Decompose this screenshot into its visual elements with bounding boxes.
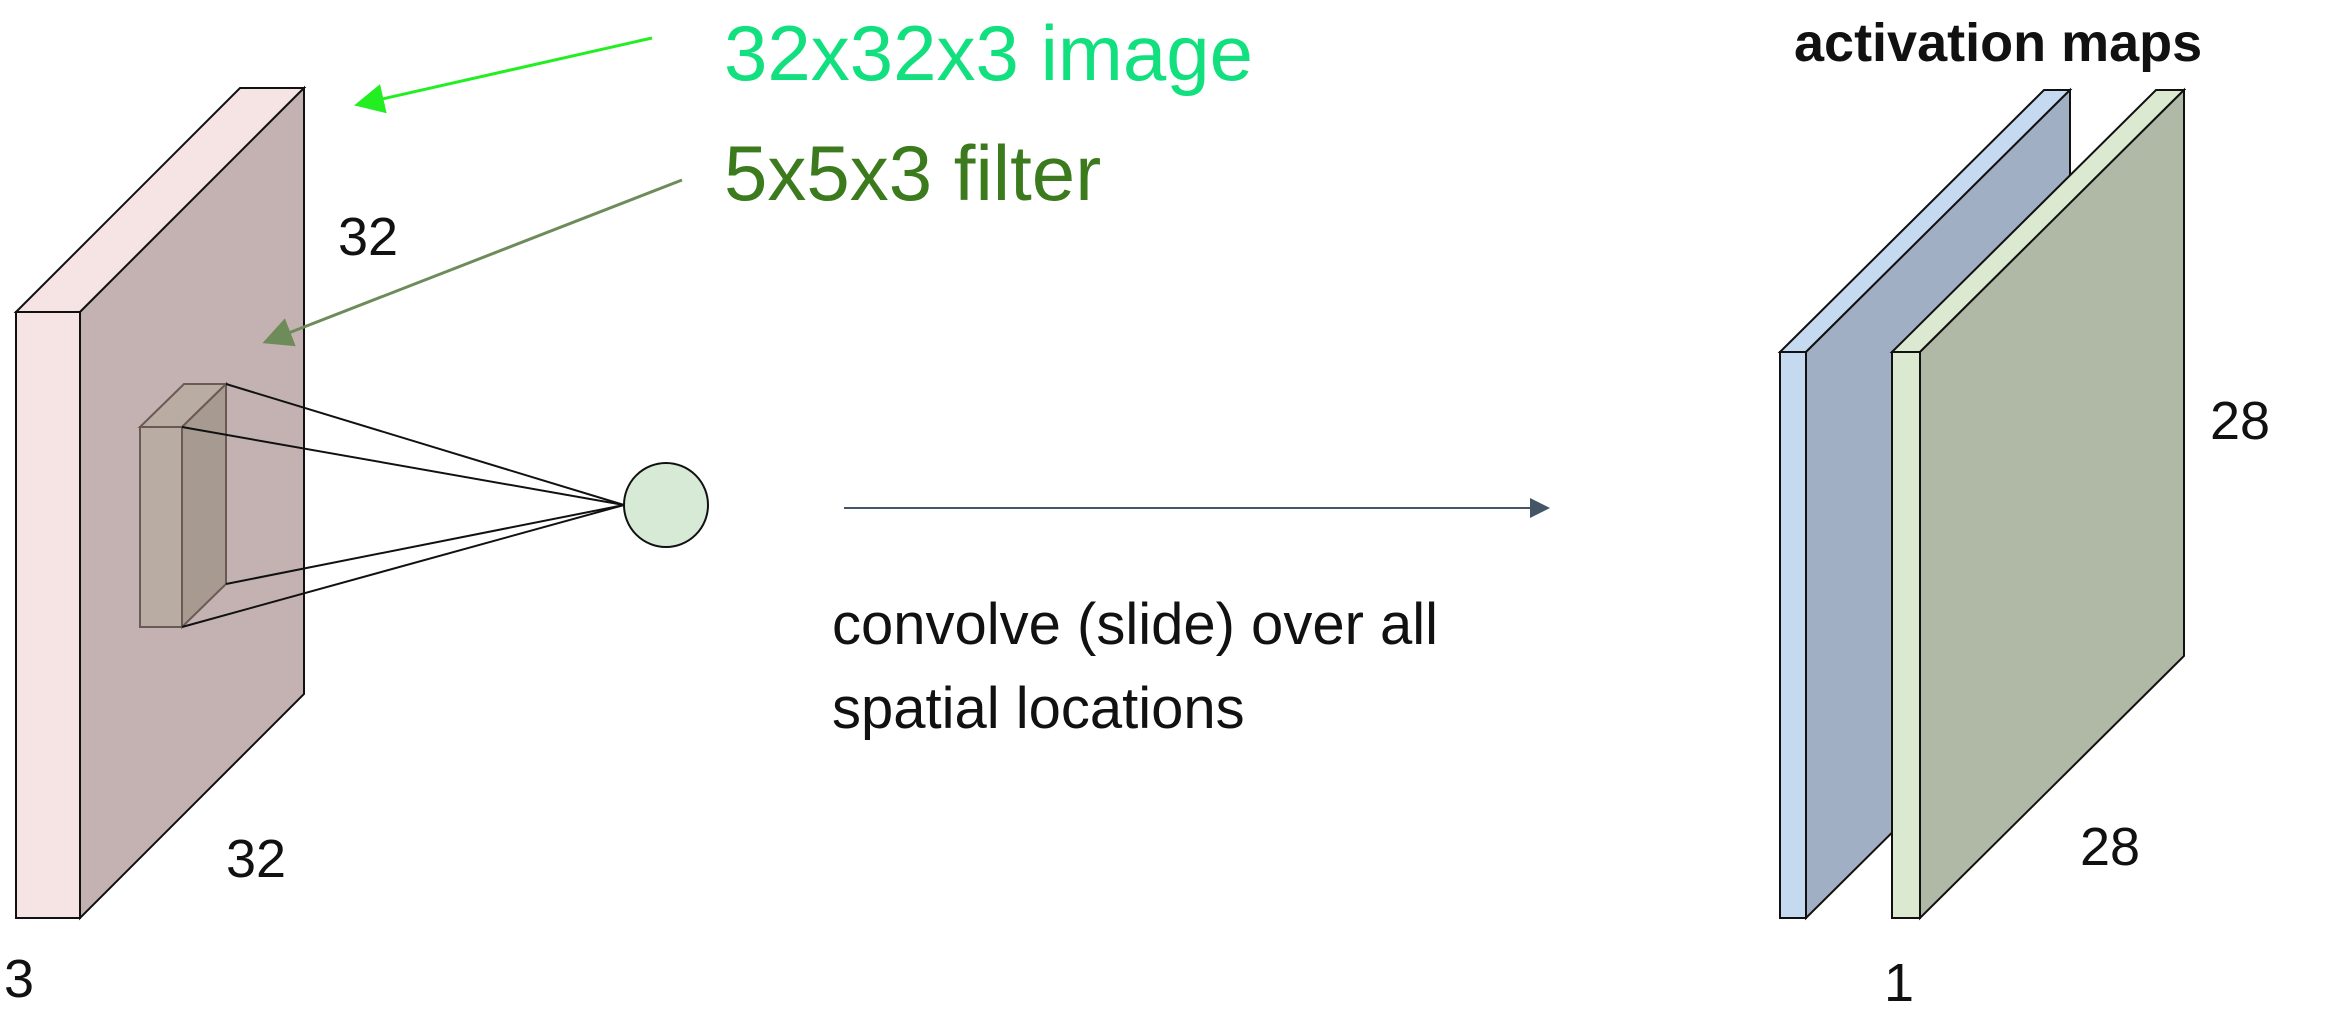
input-depth-label: 3 <box>4 949 35 1009</box>
output-height-label: 28 <box>2210 391 2271 451</box>
convolve-caption-line1: convolve (slide) over all <box>832 592 1439 657</box>
filter-label-arrow <box>262 178 683 347</box>
convolve-caption-line2: spatial locations <box>832 676 1245 741</box>
filter-box-left <box>139 426 183 628</box>
neuron-circle <box>623 462 709 548</box>
input-width-label: 32 <box>226 829 287 889</box>
filter-box <box>137 381 229 630</box>
input-volume-side <box>15 311 81 919</box>
image-label: 32x32x3 image <box>724 9 1254 97</box>
output-depth-label: 1 <box>1884 953 1915 1013</box>
filter-box-right <box>181 381 227 630</box>
filter-label: 5x5x3 filter <box>724 129 1102 217</box>
input-height-label: 32 <box>338 207 399 267</box>
activation-maps-label: activation maps <box>1794 13 2203 73</box>
image-label-arrow <box>354 36 653 114</box>
output-width-label: 28 <box>2080 817 2141 877</box>
activation-map-2-side <box>1891 351 1921 919</box>
convolution-diagram <box>13 36 2187 921</box>
activation-map-1-side <box>1779 351 1807 919</box>
